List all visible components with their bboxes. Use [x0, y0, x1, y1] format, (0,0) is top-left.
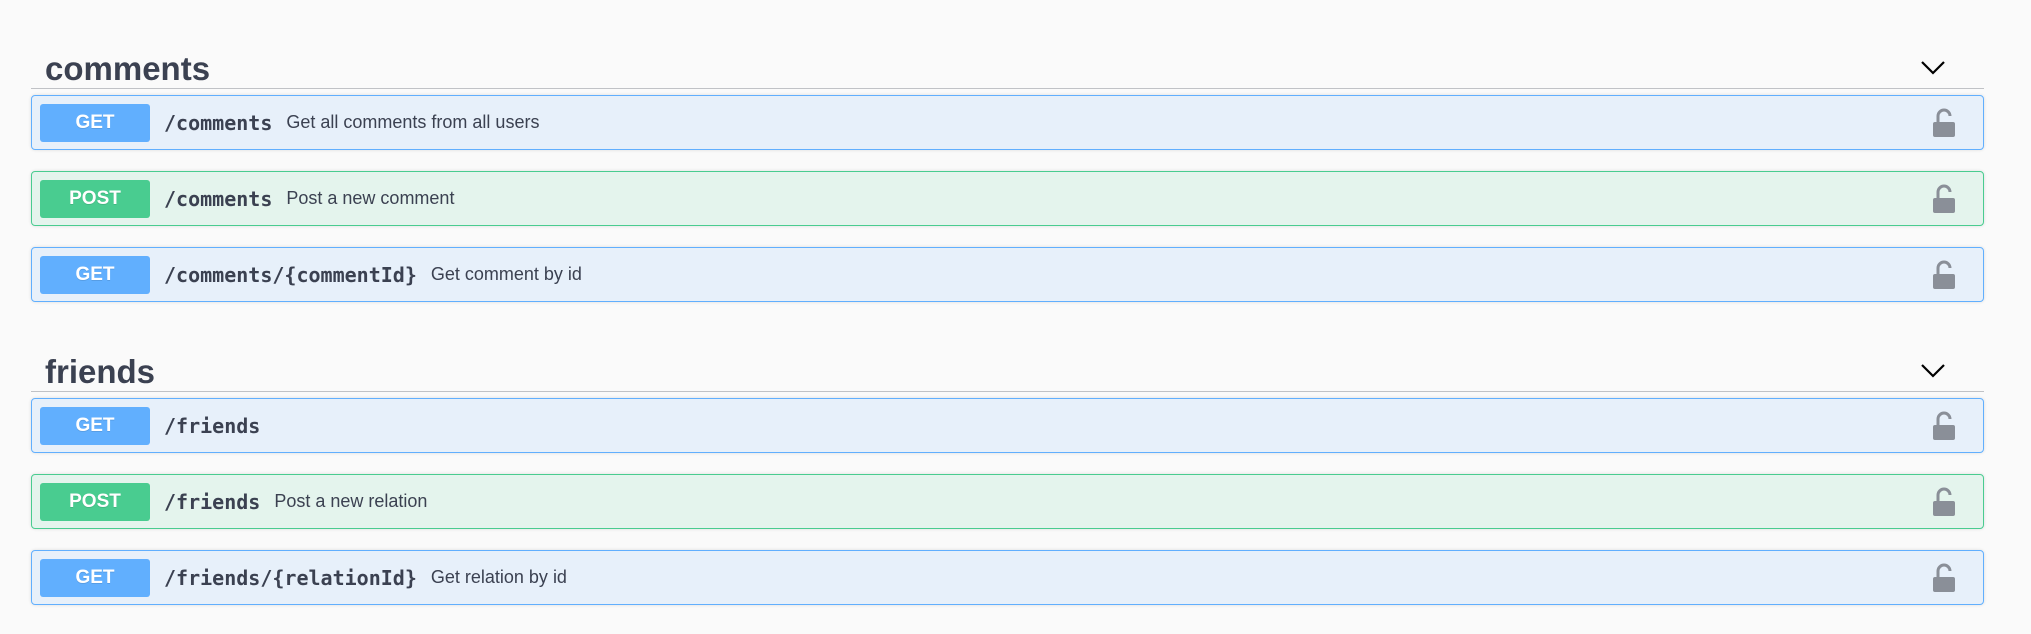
unlocked-icon[interactable]: [1931, 487, 1957, 517]
operation-path: /comments: [164, 186, 273, 211]
unlocked-icon[interactable]: [1931, 563, 1957, 593]
operation-post-comments[interactable]: POST /comments Post a new comment: [31, 171, 1984, 226]
method-badge: POST: [40, 483, 150, 521]
operation-path: /comments/{commentId}: [164, 262, 417, 287]
method-badge: GET: [40, 256, 150, 294]
method-badge: GET: [40, 559, 150, 597]
operation-path: /friends/{relationId}: [164, 565, 417, 590]
method-badge: GET: [40, 104, 150, 142]
chevron-down-icon[interactable]: [1918, 52, 1948, 82]
operation-path: /comments: [164, 110, 273, 135]
operation-get-comment-by-id[interactable]: GET /comments/{commentId} Get comment by…: [31, 247, 1984, 302]
operation-path-line: /comments Post a new comment: [164, 172, 454, 225]
operation-path: /friends: [164, 489, 261, 514]
method-badge: GET: [40, 407, 150, 445]
operation-summary: Get all comments from all users: [286, 112, 540, 132]
tag-section-comments: comments GET /comments Get all comments …: [31, 32, 1984, 302]
tag-title[interactable]: friends: [45, 355, 155, 388]
tag-title[interactable]: comments: [45, 52, 210, 85]
operation-summary: Get relation by id: [430, 567, 567, 587]
unlocked-icon[interactable]: [1931, 411, 1957, 441]
tag-section-friends: friends GET /friends POST /friends Post …: [31, 335, 1984, 605]
method-badge: POST: [40, 180, 150, 218]
operation-path-line: /friends/{relationId} Get relation by id: [164, 551, 567, 604]
tag-header-friends[interactable]: friends: [31, 335, 1984, 392]
operation-get-comments[interactable]: GET /comments Get all comments from all …: [31, 95, 1984, 150]
tag-header-comments[interactable]: comments: [31, 32, 1984, 89]
chevron-down-icon[interactable]: [1918, 355, 1948, 385]
operation-path-line: /friends: [164, 399, 274, 452]
operation-post-friends[interactable]: POST /friends Post a new relation: [31, 474, 1984, 529]
operation-path-line: /comments Get all comments from all user…: [164, 96, 539, 149]
unlocked-icon[interactable]: [1931, 184, 1957, 214]
swagger-operations-panel: comments GET /comments Get all comments …: [0, 0, 2031, 634]
operation-get-friends[interactable]: GET /friends: [31, 398, 1984, 453]
operation-get-relation-by-id[interactable]: GET /friends/{relationId} Get relation b…: [31, 550, 1984, 605]
operation-path: /friends: [164, 413, 261, 438]
unlocked-icon[interactable]: [1931, 260, 1957, 290]
operation-path-line: /comments/{commentId} Get comment by id: [164, 248, 582, 301]
operation-summary: Post a new relation: [274, 491, 428, 511]
operation-summary: Post a new comment: [286, 188, 455, 208]
unlocked-icon[interactable]: [1931, 108, 1957, 138]
operation-summary: Get comment by id: [430, 264, 582, 284]
operation-path-line: /friends Post a new relation: [164, 475, 427, 528]
